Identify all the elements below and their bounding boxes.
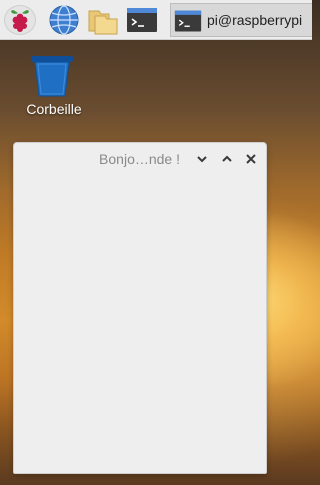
file-manager-folder-icon: [88, 10, 118, 35]
window-content: [14, 175, 266, 473]
terminal-icon: [127, 8, 157, 32]
raspberry-menu-icon: [11, 10, 29, 32]
web-browser-launcher[interactable]: [48, 4, 80, 36]
raspberry-menu-button[interactable]: [4, 5, 36, 35]
terminal-icon: [174, 10, 202, 32]
file-manager-launcher[interactable]: [87, 4, 119, 36]
app-window: Bonjo…nde !: [13, 142, 267, 474]
maximize-button[interactable]: [219, 151, 235, 167]
close-icon: [246, 154, 256, 164]
terminal-launcher[interactable]: [126, 4, 158, 36]
desktop-icon-label: Corbeille: [26, 101, 82, 117]
taskbar: pi@raspberrypi: [0, 0, 312, 40]
trash-bin-icon: [31, 56, 73, 97]
taskbar-window-button[interactable]: pi@raspberrypi: [170, 3, 312, 37]
minimize-button[interactable]: [194, 151, 210, 167]
web-browser-globe-icon: [49, 5, 79, 35]
chevron-down-icon: [197, 156, 207, 163]
taskbar-window-label: pi@raspberrypi: [207, 12, 303, 28]
desktop-icon-trash[interactable]: Corbeille: [16, 50, 92, 120]
chevron-up-icon: [222, 155, 232, 162]
window-titlebar[interactable]: Bonjo…nde !: [14, 143, 266, 175]
close-button[interactable]: [243, 151, 259, 167]
window-title: Bonjo…nde !: [99, 151, 180, 167]
